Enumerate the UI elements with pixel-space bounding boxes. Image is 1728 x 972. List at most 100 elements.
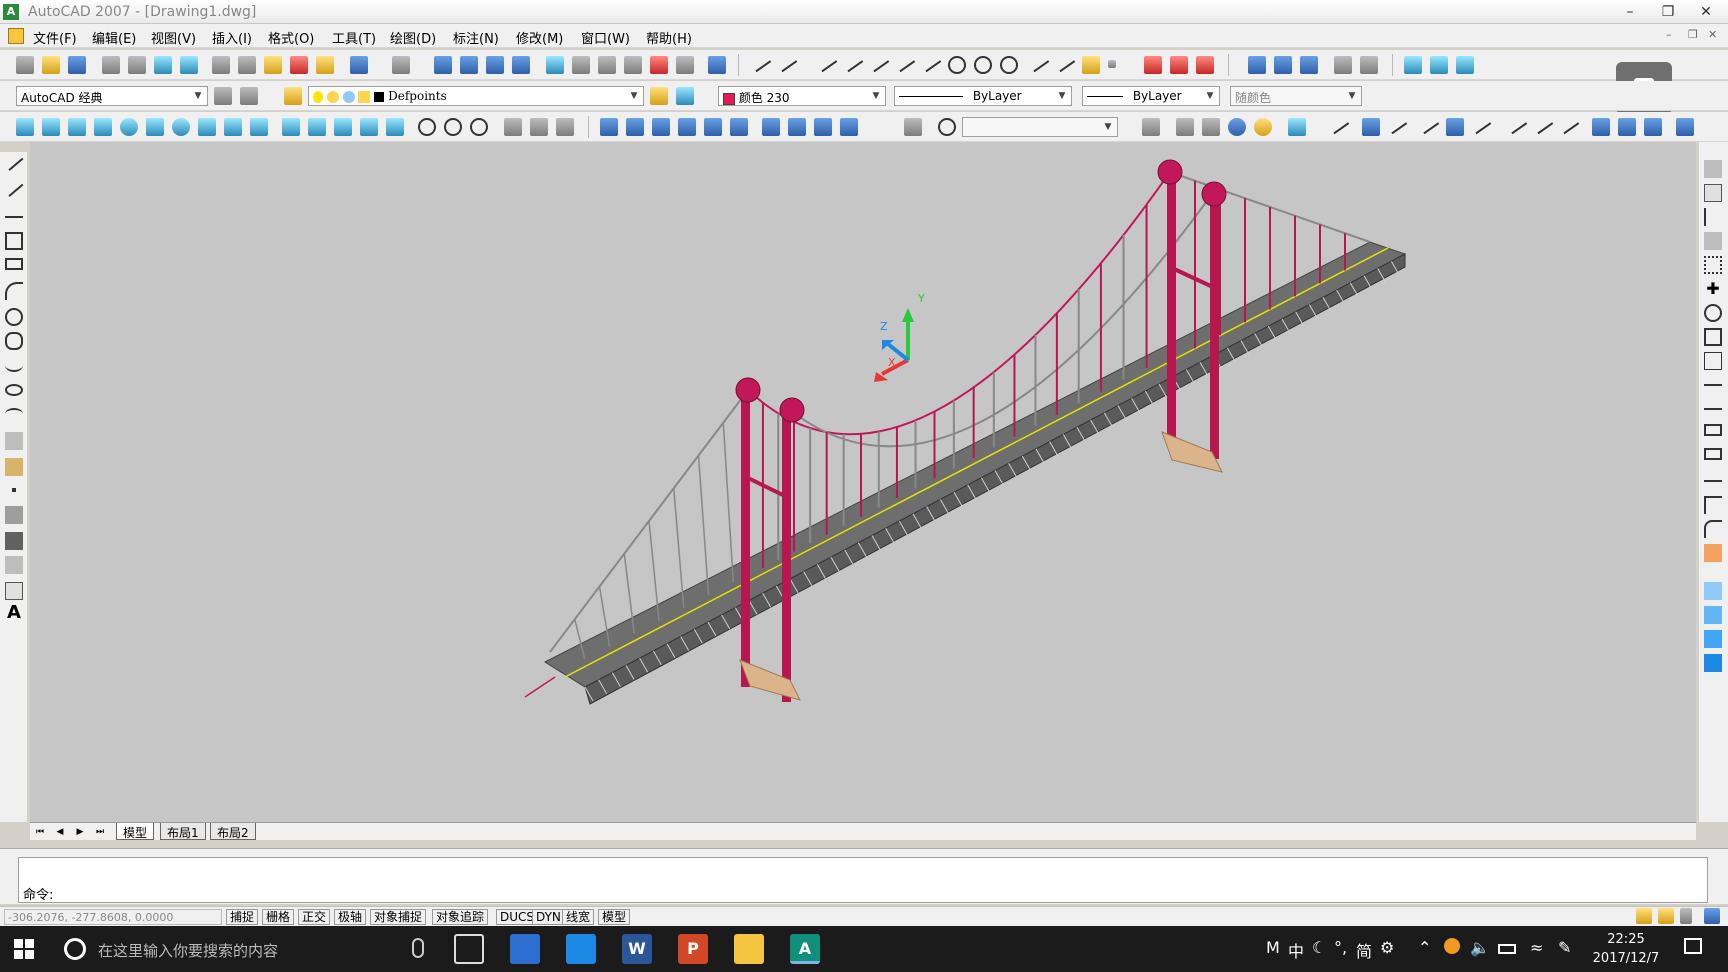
multiline-text-icon[interactable]: A	[5, 604, 23, 622]
array-icon[interactable]	[1704, 256, 1722, 274]
magnet-icon[interactable]	[1196, 56, 1214, 74]
offset-icon[interactable]	[1704, 232, 1722, 250]
communication-center-icon[interactable]	[1636, 908, 1652, 924]
qq-app-icon[interactable]	[566, 934, 596, 964]
undo-icon[interactable]	[350, 56, 368, 74]
spline-icon[interactable]	[5, 358, 23, 372]
moon-icon[interactable]: ☾	[1312, 938, 1326, 957]
design-center-icon[interactable]	[572, 56, 590, 74]
grid-toggle[interactable]: 栅格	[262, 909, 295, 925]
snap-insert-icon[interactable]	[1082, 56, 1100, 74]
explode-icon[interactable]	[1704, 544, 1722, 562]
menu-insert[interactable]: 插入(I)	[212, 28, 252, 47]
menu-draw[interactable]: 绘图(D)	[390, 28, 436, 47]
2d-wireframe-icon[interactable]	[1142, 118, 1160, 136]
menu-dimension[interactable]: 标注(N)	[453, 28, 499, 47]
battery-icon[interactable]	[1498, 944, 1516, 954]
zoom-window-icon[interactable]	[486, 56, 504, 74]
pan-realtime-icon[interactable]	[434, 56, 452, 74]
view-bottom-icon[interactable]	[626, 118, 644, 136]
snap-none-icon[interactable]	[1144, 56, 1162, 74]
wifi-icon[interactable]: ≈	[1530, 938, 1543, 957]
ortho-toggle[interactable]: 正交	[298, 909, 331, 925]
tab-layout1[interactable]: 布局1	[160, 823, 206, 840]
3d-rotate-icon[interactable]	[530, 118, 548, 136]
ellipse-icon[interactable]	[5, 384, 23, 396]
stretch-icon[interactable]	[1704, 352, 1722, 370]
3d-align-icon[interactable]	[556, 118, 574, 136]
pen-icon[interactable]: ✎	[1558, 938, 1571, 957]
menu-help[interactable]: 帮助(H)	[646, 28, 692, 47]
doc-minimize-button[interactable]: –	[1666, 28, 1672, 41]
presspull-icon[interactable]	[308, 118, 326, 136]
powerpoint-app-icon[interactable]: P	[678, 934, 708, 964]
view-sw-iso-icon[interactable]	[762, 118, 780, 136]
wedge-icon[interactable]	[68, 118, 86, 136]
ucs-y-icon[interactable]	[1618, 118, 1636, 136]
move-icon[interactable]: ✚	[1704, 280, 1722, 298]
3d-wireframe-icon[interactable]	[1176, 118, 1194, 136]
text-style-icon[interactable]	[1274, 56, 1292, 74]
erase-icon[interactable]	[1704, 160, 1722, 178]
ucs-previous-icon[interactable]	[1386, 115, 1408, 135]
make-current-layer-icon[interactable]	[650, 87, 668, 105]
ucs-face-icon[interactable]	[1418, 115, 1440, 135]
realistic-icon[interactable]	[1228, 118, 1246, 136]
ucs-origin-icon[interactable]	[1506, 115, 1528, 135]
extend-icon[interactable]	[1704, 400, 1722, 410]
draw-order-back-icon[interactable]	[1704, 606, 1722, 624]
ime-chinese-label[interactable]: 中	[1288, 938, 1304, 962]
coordinate-readout[interactable]: -306.2076, -277.8608, 0.0000	[4, 909, 222, 925]
paste-icon[interactable]	[264, 56, 282, 74]
doc-close-button[interactable]: ✕	[1708, 28, 1717, 41]
markup-icon[interactable]	[650, 56, 668, 74]
loft-icon[interactable]	[386, 118, 404, 136]
continuous-orbit-icon[interactable]	[1456, 56, 1474, 74]
view-select[interactable]: ▼	[962, 117, 1118, 137]
line-icon[interactable]	[4, 153, 24, 171]
lineweight-select[interactable]: ByLayer ▼	[1082, 86, 1220, 106]
mirror-icon[interactable]	[1704, 208, 1722, 226]
view-right-icon[interactable]	[678, 118, 696, 136]
rotate-icon[interactable]	[1704, 304, 1722, 322]
windows-start-icon[interactable]	[14, 939, 34, 959]
draw-order-above-icon[interactable]	[1704, 630, 1722, 648]
3d-dwf-icon[interactable]	[180, 56, 198, 74]
ucs-3point-icon[interactable]	[1558, 115, 1580, 135]
view-back-icon[interactable]	[730, 118, 748, 136]
snap-apparent-icon[interactable]	[894, 53, 916, 73]
layer-select[interactable]: Defpoints ▼	[308, 86, 644, 106]
snap-intersection-icon[interactable]	[868, 53, 890, 73]
hatch-icon[interactable]	[5, 506, 23, 524]
zoom-previous-icon[interactable]	[512, 56, 530, 74]
draw-order-under-icon[interactable]	[1704, 654, 1722, 672]
draw-order-front-icon[interactable]	[1704, 582, 1722, 600]
command-line[interactable]: 命令:	[18, 857, 1708, 903]
menu-file[interactable]: 文件(F)	[33, 28, 77, 47]
tray-expand-icon[interactable]: ⌃	[1418, 938, 1431, 957]
linetype-select[interactable]: ByLayer ▼	[894, 86, 1072, 106]
ime-mode-label[interactable]: M	[1266, 938, 1280, 957]
taskbar-search[interactable]: 在这里输入你要搜索的内容	[98, 940, 278, 961]
plot-preview-icon[interactable]	[128, 56, 146, 74]
ucs-z-icon[interactable]	[1644, 118, 1662, 136]
copy-object-icon[interactable]	[1704, 184, 1722, 202]
table-draw-icon[interactable]	[5, 582, 23, 600]
fillet-icon[interactable]	[1704, 520, 1722, 538]
view-top-icon[interactable]	[600, 118, 618, 136]
tool-palettes-icon[interactable]	[598, 56, 616, 74]
task-view-icon[interactable]	[454, 934, 484, 964]
break-at-point-icon[interactable]	[1704, 424, 1722, 436]
helix-icon[interactable]	[224, 118, 242, 136]
revision-cloud-icon[interactable]	[5, 332, 23, 350]
properties-icon[interactable]	[546, 56, 564, 74]
block-editor-icon[interactable]	[316, 56, 334, 74]
snap-perpendicular-icon[interactable]	[1028, 53, 1050, 73]
plotstyle-select[interactable]: 随颜色 ▼	[1230, 86, 1362, 106]
next-tab-icon[interactable]: ▶	[72, 825, 88, 839]
taskbar-clock[interactable]: 22:25 2017/12/7	[1588, 930, 1664, 968]
polysolid-icon[interactable]	[16, 118, 34, 136]
publish-icon[interactable]	[154, 56, 172, 74]
intersect-icon[interactable]	[470, 118, 488, 136]
open-file-icon[interactable]	[42, 56, 60, 74]
